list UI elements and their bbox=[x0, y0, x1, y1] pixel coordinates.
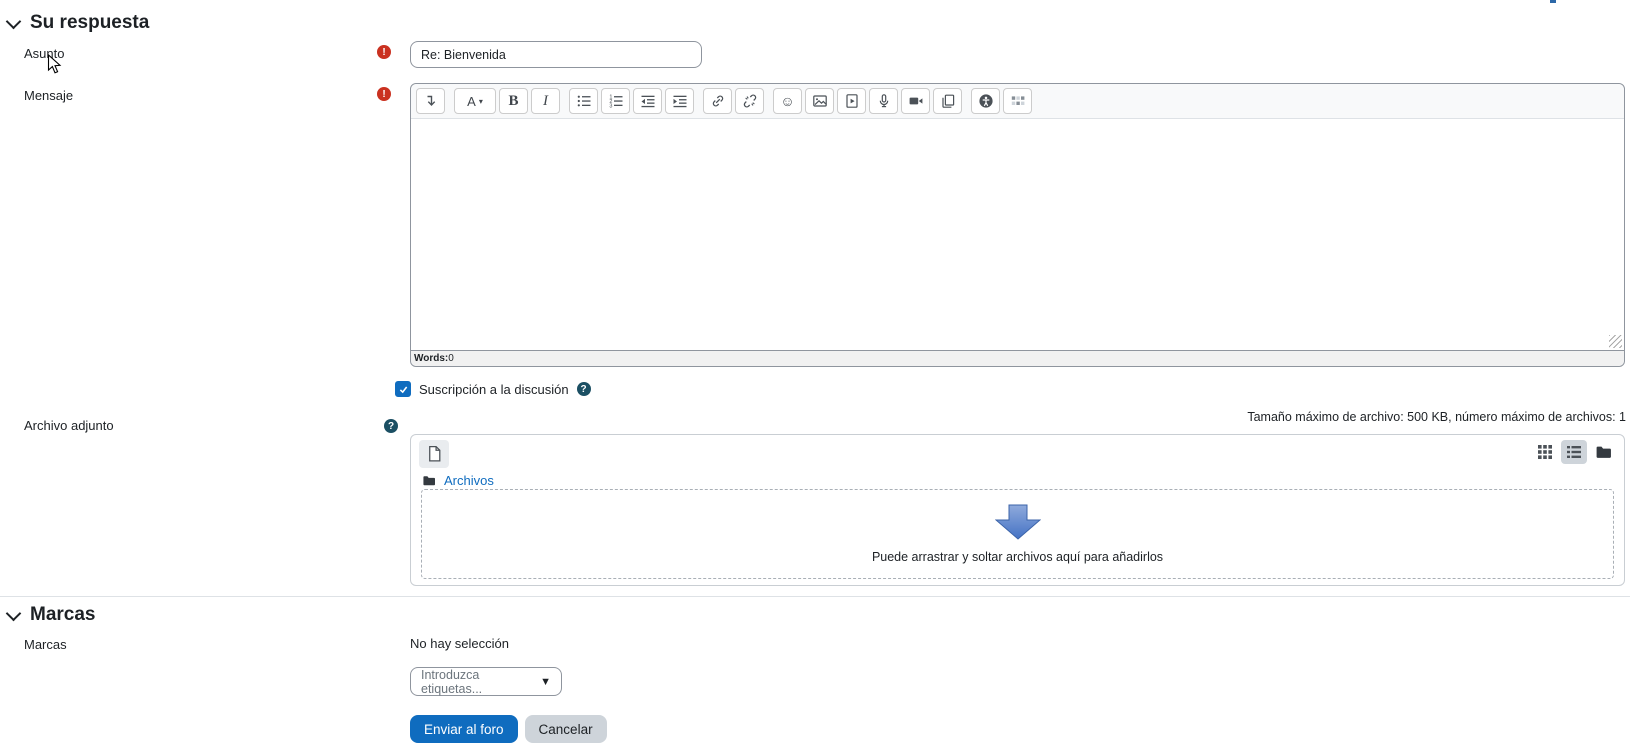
accessibility-icon bbox=[978, 93, 994, 109]
caret-down-icon: ▾ bbox=[479, 97, 483, 106]
image-icon bbox=[812, 93, 828, 109]
tags-no-selection: No hay selección bbox=[410, 636, 509, 651]
files-folder-link[interactable]: Archivos bbox=[444, 473, 494, 488]
tags-placeholder: Introduzca etiquetas... bbox=[421, 668, 540, 696]
message-editor-content[interactable] bbox=[411, 119, 1624, 350]
emoji-icon: ☺ bbox=[780, 93, 794, 109]
download-arrow-icon bbox=[995, 504, 1041, 540]
tags-dropdown[interactable]: Introduzca etiquetas... ▼ bbox=[410, 667, 562, 696]
record-video-button[interactable] bbox=[901, 88, 930, 114]
editor-toolbar: A ▾ B I 1 2 3 bbox=[411, 84, 1624, 119]
indent-icon bbox=[672, 93, 688, 109]
form-actions: Enviar al foro Cancelar bbox=[410, 715, 607, 743]
folder-icon bbox=[422, 475, 436, 487]
section-tags-header[interactable]: Marcas bbox=[8, 604, 96, 626]
manage-files-button[interactable] bbox=[933, 88, 962, 114]
folder-icon bbox=[1595, 445, 1612, 460]
emoji-picker-button[interactable]: ☺ bbox=[773, 88, 802, 114]
unordered-list-icon bbox=[576, 93, 592, 109]
word-count-bar: Words:0 bbox=[411, 350, 1624, 366]
list-view-button[interactable] bbox=[1561, 440, 1587, 464]
unlink-icon bbox=[742, 93, 758, 109]
svg-text:3: 3 bbox=[609, 103, 612, 109]
collapse-arrow-icon bbox=[423, 93, 439, 109]
indent-button[interactable] bbox=[665, 88, 694, 114]
message-label: Mensaje bbox=[24, 88, 73, 103]
check-icon bbox=[398, 384, 409, 395]
outdent-icon bbox=[640, 93, 656, 109]
word-count-value: 0 bbox=[448, 353, 454, 364]
subscription-checkbox[interactable] bbox=[395, 381, 411, 397]
ordered-list-button[interactable]: 1 2 3 bbox=[601, 88, 630, 114]
file-dropzone[interactable]: Puede arrastrar y soltar archivos aquí p… bbox=[421, 489, 1614, 579]
clipped-element bbox=[1550, 0, 1556, 3]
italic-button[interactable]: I bbox=[531, 88, 560, 114]
section-reply-header[interactable]: Su respuesta bbox=[8, 12, 149, 34]
font-style-button[interactable]: A ▾ bbox=[454, 88, 496, 114]
word-count-label: Words: bbox=[414, 353, 448, 364]
subject-input[interactable] bbox=[410, 41, 702, 68]
screenreader-grid-icon bbox=[1010, 93, 1026, 109]
collapse-toolbar-button[interactable] bbox=[416, 88, 445, 114]
copy-files-icon bbox=[940, 93, 956, 109]
subscription-label: Suscripción a la discusión bbox=[419, 382, 569, 397]
microphone-icon bbox=[876, 93, 892, 109]
record-audio-button[interactable] bbox=[869, 88, 898, 114]
link-button[interactable] bbox=[703, 88, 732, 114]
screenreader-helper-button[interactable] bbox=[1003, 88, 1032, 114]
file-path-breadcrumb: Archivos bbox=[422, 473, 494, 488]
insert-image-button[interactable] bbox=[805, 88, 834, 114]
accessibility-checker-button[interactable] bbox=[971, 88, 1000, 114]
grid-view-button[interactable] bbox=[1532, 440, 1558, 464]
file-manager: Archivos Puede arrastrar y soltar archiv… bbox=[410, 434, 1625, 586]
outdent-button[interactable] bbox=[633, 88, 662, 114]
subscription-row: Suscripción a la discusión ? bbox=[395, 381, 591, 397]
tree-view-button[interactable] bbox=[1590, 440, 1616, 464]
forum-reply-form: Su respuesta Asunto ! Mensaje ! A ▾ bbox=[0, 0, 1630, 754]
new-file-icon bbox=[426, 445, 443, 463]
caret-down-icon: ▼ bbox=[540, 676, 551, 688]
section-divider bbox=[0, 596, 1630, 597]
help-icon[interactable]: ? bbox=[384, 419, 398, 433]
unlink-button[interactable] bbox=[735, 88, 764, 114]
cancel-button[interactable]: Cancelar bbox=[525, 715, 607, 743]
section-tags-title: Marcas bbox=[30, 604, 96, 626]
attachment-max-info: Tamaño máximo de archivo: 500 KB, número… bbox=[1247, 410, 1626, 424]
help-icon[interactable]: ? bbox=[577, 382, 591, 396]
link-icon bbox=[710, 93, 726, 109]
ordered-list-icon: 1 2 3 bbox=[608, 93, 624, 109]
insert-media-button[interactable] bbox=[837, 88, 866, 114]
required-icon: ! bbox=[377, 87, 391, 101]
view-mode-toggles bbox=[1532, 440, 1616, 464]
bold-button[interactable]: B bbox=[499, 88, 528, 114]
mouse-cursor-icon bbox=[47, 54, 62, 75]
unordered-list-button[interactable] bbox=[569, 88, 598, 114]
attachment-label: Archivo adjunto bbox=[24, 418, 114, 433]
grid-view-icon bbox=[1537, 444, 1553, 460]
chevron-down-icon bbox=[6, 605, 22, 621]
media-file-icon bbox=[844, 93, 860, 109]
chevron-down-icon bbox=[6, 13, 22, 29]
dropzone-text: Puede arrastrar y soltar archivos aquí p… bbox=[872, 550, 1163, 564]
required-icon: ! bbox=[377, 45, 391, 59]
editor-resize-handle[interactable] bbox=[1609, 335, 1622, 348]
list-view-icon bbox=[1566, 444, 1582, 460]
tags-label: Marcas bbox=[24, 637, 67, 652]
section-reply-title: Su respuesta bbox=[30, 12, 149, 34]
submit-button[interactable]: Enviar al foro bbox=[410, 715, 518, 743]
message-editor: A ▾ B I 1 2 3 bbox=[410, 83, 1625, 367]
add-file-button[interactable] bbox=[419, 440, 449, 468]
video-camera-icon bbox=[908, 93, 924, 109]
